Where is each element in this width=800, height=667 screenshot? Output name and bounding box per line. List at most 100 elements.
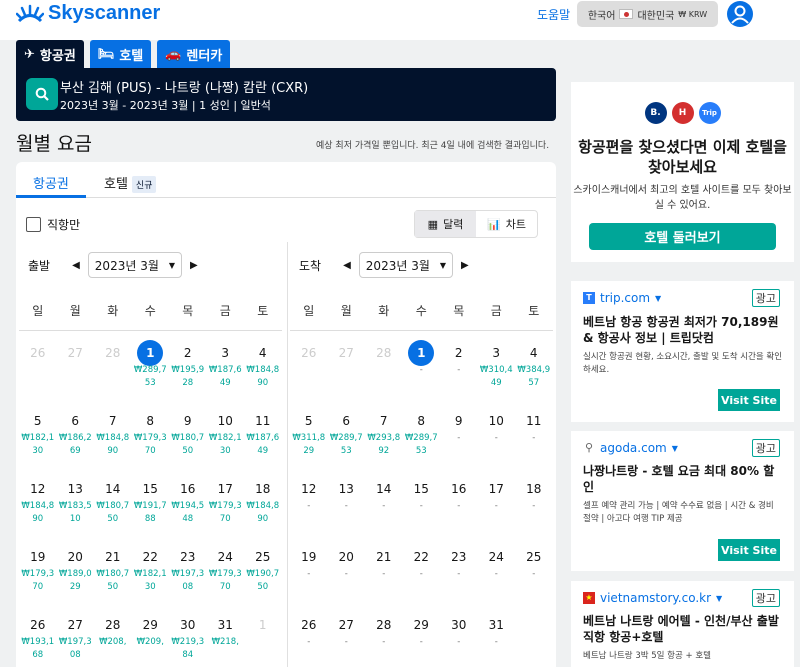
locale-selector[interactable]: 한국어 대한민국 ₩ KRW bbox=[577, 1, 718, 27]
calendar-day[interactable]: 9- bbox=[440, 410, 478, 445]
ad-site[interactable]: ⚲ agoda.com ▼ bbox=[583, 441, 678, 455]
calendar-day[interactable]: 25 - bbox=[515, 546, 553, 581]
calendar-day[interactable]: 5 ₩182,130 bbox=[19, 410, 57, 458]
weekday-header: 토 bbox=[257, 304, 269, 318]
calendar-day[interactable]: 12 ₩184,890 bbox=[19, 478, 57, 526]
depart-month-select[interactable]: 2023년 3월 ▼ bbox=[87, 252, 183, 278]
calendar-day[interactable]: 29 - bbox=[403, 614, 441, 649]
calendar-day[interactable]: 25 ₩190,750 bbox=[244, 546, 282, 594]
direct-only-checkbox[interactable] bbox=[26, 217, 41, 232]
day-number: 26 bbox=[30, 618, 46, 632]
calendar-day[interactable]: 28 - bbox=[365, 614, 403, 649]
calendar-day[interactable]: 27 ₩197,308 bbox=[57, 614, 95, 662]
calendar-day[interactable]: 9 ₩180,750 bbox=[169, 410, 207, 458]
calendar-day[interactable]: 6 ₩186,269 bbox=[57, 410, 95, 458]
calendar-day[interactable]: 2 ₩195,928 bbox=[169, 342, 207, 390]
search-button[interactable] bbox=[26, 78, 58, 110]
day-number: 28 bbox=[376, 346, 392, 360]
ad-site[interactable]: Ttrip.com ▼ bbox=[583, 291, 661, 305]
calendar-day[interactable]: 10 - bbox=[478, 410, 516, 445]
calendar-day[interactable]: 28 ₩208, bbox=[94, 614, 132, 649]
calendar-day[interactable]: 20 - bbox=[328, 546, 366, 581]
day-price: ₩182,130 bbox=[208, 433, 242, 456]
calendar-day[interactable]: 16 - bbox=[440, 478, 478, 513]
arrive-prev-month-icon[interactable]: ◀ bbox=[343, 260, 351, 271]
calendar-day[interactable]: 15 ₩191,788 bbox=[132, 478, 170, 526]
calendar-day[interactable]: 13 - bbox=[328, 478, 366, 513]
calendar-day[interactable]: 23 - bbox=[440, 546, 478, 581]
calendar-day[interactable]: 4 ₩184,890 bbox=[244, 342, 282, 390]
tab-hotels[interactable]: 🛏 호텔 bbox=[89, 40, 152, 68]
calendar-day[interactable]: 30 - bbox=[440, 614, 478, 649]
calendar-day[interactable]: 18 - bbox=[515, 478, 553, 513]
chart-view-button[interactable]: 📊 차트 bbox=[476, 211, 537, 237]
calendar-day[interactable]: 3 ₩187,649 bbox=[207, 342, 245, 390]
calendar-day[interactable]: 10 ₩182,130 bbox=[207, 410, 245, 458]
skyscanner-logo[interactable]: Skyscanner bbox=[16, 2, 160, 25]
calendar-day[interactable]: 17 ₩179,370 bbox=[207, 478, 245, 526]
ad-card-trip[interactable]: Ttrip.com ▼ 광고 베트남 항공 항공권 최저가 70,189원 & 항… bbox=[571, 281, 794, 422]
calendar-day[interactable]: 12 - bbox=[290, 478, 328, 513]
calendar-day[interactable]: 24 ₩179,370 bbox=[207, 546, 245, 594]
calendar-day[interactable]: 7 ₩293,892 bbox=[365, 410, 403, 458]
calendar-day[interactable]: 27 - bbox=[328, 614, 366, 649]
ad-site[interactable]: ★ vietnamstory.co.kr ▼ bbox=[583, 591, 722, 605]
help-link[interactable]: 도움말 bbox=[537, 6, 570, 23]
calendar-day[interactable]: 26 - bbox=[290, 614, 328, 649]
calendar-day[interactable]: 7 ₩184,890 bbox=[94, 410, 132, 458]
calendar-day[interactable]: 20 ₩189,029 bbox=[57, 546, 95, 594]
direct-only-toggle[interactable]: 직항만 bbox=[26, 216, 80, 233]
calendar-day[interactable]: 23 ₩197,308 bbox=[169, 546, 207, 594]
calendar-day[interactable]: 24 - bbox=[478, 546, 516, 581]
tab-flights[interactable]: ✈ 항공권 bbox=[16, 40, 84, 68]
depart-next-month-icon[interactable]: ▶ bbox=[190, 260, 198, 271]
calendar-day[interactable]: 19 ₩179,370 bbox=[19, 546, 57, 594]
calendar-day[interactable]: 29 ₩209, bbox=[132, 614, 170, 649]
visit-site-button[interactable]: Visit Site bbox=[718, 389, 780, 411]
calendar-day[interactable]: 17 - bbox=[478, 478, 516, 513]
depart-prev-month-icon[interactable]: ◀ bbox=[72, 260, 80, 271]
visit-site-button[interactable]: Visit Site bbox=[718, 539, 780, 561]
calendar-day[interactable]: 6 ₩289,753 bbox=[328, 410, 366, 458]
calendar-day[interactable]: 14 - bbox=[365, 478, 403, 513]
calendar-day[interactable]: 13 ₩183,510 bbox=[57, 478, 95, 526]
calendar-day[interactable]: 18 ₩184,890 bbox=[244, 478, 282, 526]
calendar-day[interactable]: 2- bbox=[440, 342, 478, 377]
calendar-day[interactable]: 5 ₩311,829 bbox=[290, 410, 328, 458]
calendar-day[interactable]: 1 ₩289,753 bbox=[132, 340, 170, 390]
arrive-month-select[interactable]: 2023년 3월 ▼ bbox=[358, 252, 454, 278]
ad-card-agoda[interactable]: ⚲ agoda.com ▼ 광고 나짱나트랑 - 호텔 요금 최대 80% 할인 셀… bbox=[571, 431, 794, 571]
calendar-day[interactable]: 11 ₩187,649 bbox=[244, 410, 282, 458]
calendar-day[interactable]: 30 ₩219,384 bbox=[169, 614, 207, 662]
calendar-day[interactable]: 21 ₩180,750 bbox=[94, 546, 132, 594]
calendar-day[interactable]: 16 ₩194,548 bbox=[169, 478, 207, 526]
calendar-day[interactable]: 31 ₩218, bbox=[207, 614, 245, 649]
browse-hotels-button[interactable]: 호텔 둘러보기 bbox=[589, 223, 776, 250]
calendar-view-button[interactable]: ▦ 달력 bbox=[415, 211, 476, 237]
ad-title[interactable]: 베트남 나트랑 에어텔 - 인천/부산 출발 직항 항공+호텔 bbox=[583, 613, 783, 645]
ad-title[interactable]: 베트남 항공 항공권 최저가 70,189원 & 항공사 정보 | 트립닷컴 bbox=[583, 314, 783, 346]
calendar-day[interactable]: 1- bbox=[403, 340, 441, 377]
calendar-day[interactable]: 4 ₩384,957 bbox=[515, 342, 553, 390]
panel-tab-hotels[interactable]: 호텔 신규 bbox=[104, 173, 157, 193]
ad-card-vietnamstory[interactable]: ★ vietnamstory.co.kr ▼ 광고 베트남 나트랑 에어텔 - 인천… bbox=[571, 581, 794, 667]
arrive-next-month-icon[interactable]: ▶ bbox=[461, 260, 469, 271]
calendar-day[interactable]: 31 - bbox=[478, 614, 516, 649]
calendar-day[interactable]: 26 ₩193,168 bbox=[19, 614, 57, 662]
calendar-day[interactable]: 21 - bbox=[365, 546, 403, 581]
ad-title[interactable]: 나짱나트랑 - 호텔 요금 최대 80% 할인 bbox=[583, 463, 783, 495]
calendar-day[interactable]: 22 - bbox=[403, 546, 441, 581]
panel-tab-flights[interactable]: 항공권 bbox=[33, 173, 69, 192]
calendar-day[interactable]: 3 ₩310,449 bbox=[478, 342, 516, 390]
calendar-day[interactable]: 22 ₩182,130 bbox=[132, 546, 170, 594]
tab-car-rental[interactable]: 🚗 렌터카 bbox=[157, 40, 231, 68]
profile-avatar-icon[interactable] bbox=[727, 1, 753, 27]
calendar-day[interactable]: 14 ₩180,750 bbox=[94, 478, 132, 526]
calendar-day[interactable]: 19 - bbox=[290, 546, 328, 581]
calendar-day[interactable]: 15 - bbox=[403, 478, 441, 513]
calendar-day[interactable]: 8 ₩289,753 bbox=[403, 410, 441, 458]
hotel-promo-subtitle: 스카이스캐너에서 최고의 호텔 사이트를 모두 찾아보실 수 있어요. bbox=[573, 185, 792, 211]
calendar-day[interactable]: 8 ₩179,370 bbox=[132, 410, 170, 458]
search-summary[interactable]: 부산 김해 (PUS) - 나트랑 (나짱) 캄란 (CXR) 2023년 3월… bbox=[16, 68, 556, 121]
calendar-day[interactable]: 11 - bbox=[515, 410, 553, 445]
